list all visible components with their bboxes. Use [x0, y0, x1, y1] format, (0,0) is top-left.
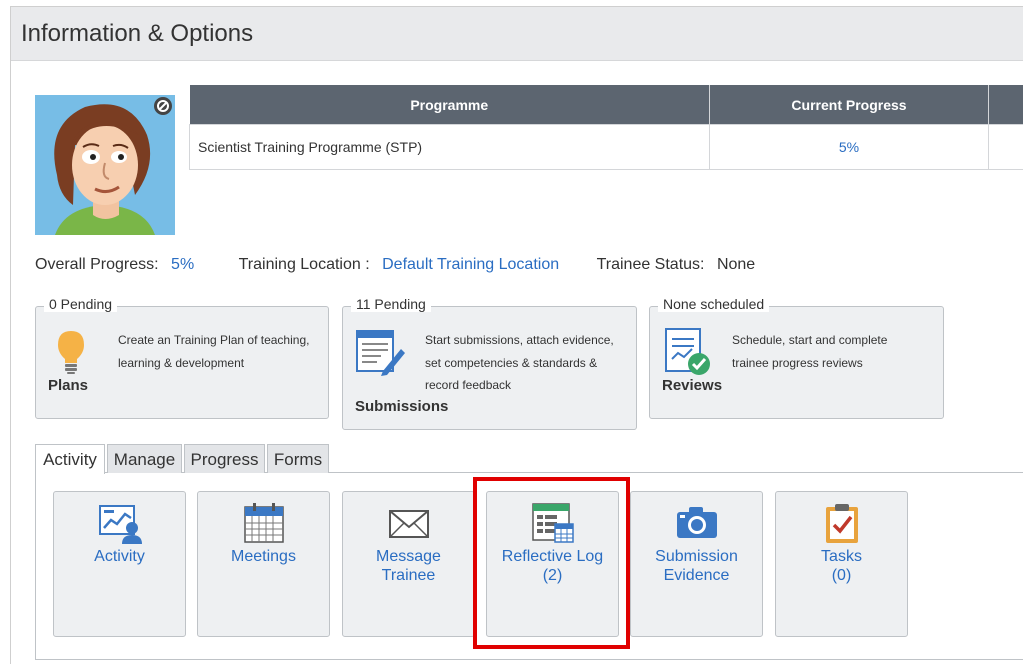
activity-tile[interactable]: Activity [53, 491, 186, 637]
tile-label-line: Submission [655, 548, 738, 565]
activity-tile-label: Activity [58, 547, 181, 566]
trainee-status-value: None [716, 256, 756, 273]
clipboard-check-icon [822, 502, 862, 544]
submissions-description: Start submissions, attach evidence, set … [425, 329, 614, 397]
tasks-tile[interactable]: Tasks (0) [775, 491, 908, 637]
page-title: Information & Options [21, 20, 254, 47]
submission-evidence-tile-label: Submission Evidence [635, 547, 758, 585]
submissions-title: Submissions [355, 398, 449, 415]
tile-label-line: Activity [94, 548, 145, 565]
tab-activity[interactable]: Activity [35, 444, 105, 474]
column-header-programme[interactable]: Programme [189, 85, 710, 125]
review-check-icon [664, 327, 712, 381]
reviews-box[interactable]: None scheduled Reviews Schedule, start a… [649, 296, 944, 419]
calendar-icon [243, 502, 285, 544]
message-trainee-tile-label: Message Trainee [347, 547, 470, 585]
tile-label-line: Tasks [821, 548, 862, 565]
summary-line: Overall Progress: 5% Training Location :… [35, 256, 755, 274]
training-location-label: Training Location : [238, 256, 370, 273]
submissions-desc-line: record feedback [425, 378, 512, 392]
tasks-tile-label: Tasks (0) [780, 547, 903, 585]
table-row: Scientist Training Programme (STP) 5% [189, 124, 1023, 170]
activity-chart-icon [98, 502, 142, 544]
submissions-pending-legend: 11 Pending [351, 296, 431, 312]
highlight-box [473, 477, 630, 649]
overall-progress-label: Overall Progress: [35, 256, 159, 273]
training-location-link[interactable]: Default Training Location [382, 256, 559, 274]
submissions-desc-line: set competencies & standards & [425, 355, 598, 370]
tile-label-line: Trainee [381, 567, 436, 584]
remove-photo-icon[interactable] [153, 96, 173, 116]
form-pencil-icon [355, 327, 405, 381]
lightbulb-icon [56, 329, 86, 379]
column-header-progress[interactable]: Current Progress [709, 85, 989, 125]
plans-title: Plans [48, 377, 89, 394]
trainee-status-label: Trainee Status: [596, 256, 705, 273]
meetings-tile[interactable]: Meetings [197, 491, 330, 637]
column-header-extra [988, 85, 1023, 125]
plans-box[interactable]: 0 Pending Plans Create an Training Plan … [35, 296, 329, 419]
tile-label-line: Evidence [663, 567, 730, 584]
plans-pending-legend: 0 Pending [44, 296, 118, 312]
plans-description: Create an Training Plan of teaching, lea… [118, 329, 309, 374]
plans-desc-line: Create an Training Plan of teaching, [118, 333, 310, 347]
tab-progress[interactable]: Progress [184, 444, 265, 473]
reviews-description: Schedule, start and complete trainee pro… [732, 329, 887, 374]
reviews-scheduled-legend: None scheduled [658, 296, 770, 312]
submissions-desc-line: Start submissions, attach evidence, [425, 333, 614, 347]
submission-evidence-tile[interactable]: Submission Evidence [630, 491, 763, 637]
programme-table: Programme Current Progress Scientist Tra… [189, 85, 1023, 170]
table-cell-extra [988, 124, 1023, 170]
plans-desc-line: learning & development [118, 355, 245, 370]
reviews-desc-line: trainee progress reviews [732, 355, 863, 370]
camera-icon [675, 502, 719, 544]
tile-label-line: (0) [831, 567, 852, 584]
tile-label-line: Meetings [231, 548, 296, 565]
message-trainee-tile[interactable]: Message Trainee [342, 491, 475, 637]
envelope-icon [388, 502, 430, 544]
tab-forms[interactable]: Forms [267, 444, 329, 473]
overall-progress-link[interactable]: 5% [171, 256, 194, 274]
tab-manage[interactable]: Manage [107, 444, 182, 473]
meetings-tile-label: Meetings [202, 547, 325, 566]
programme-name: Scientist Training Programme (STP) [189, 124, 710, 170]
reviews-desc-line: Schedule, start and complete [732, 333, 888, 347]
progress-link[interactable]: 5% [709, 124, 989, 170]
reviews-title: Reviews [662, 377, 723, 394]
submissions-box[interactable]: 11 Pending Submissions Start submissions… [342, 296, 637, 430]
panel-header: Information & Options [11, 7, 1023, 61]
tile-label-line: Message [376, 548, 441, 565]
